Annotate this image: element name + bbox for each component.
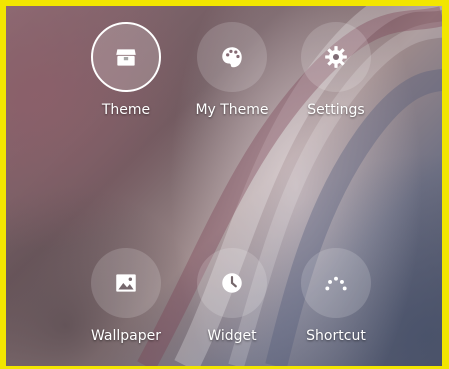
wallpaper-button[interactable]: Wallpaper [74,248,178,356]
theme-button-circle[interactable] [91,22,161,92]
settings-button[interactable]: Settings [284,22,388,130]
widget-button[interactable]: Widget [180,248,284,356]
palette-icon [222,47,242,68]
theme-button[interactable]: Theme [74,22,178,130]
settings-label: Settings [307,102,365,118]
settings-button-circle[interactable] [301,22,371,92]
theme-store-icon [116,49,136,66]
my-theme-label: My Theme [195,102,269,118]
widget-label: Widget [207,328,257,344]
shortcut-button[interactable]: Shortcut [284,248,388,356]
shortcut-label: Shortcut [306,328,366,344]
shortcut-button-circle[interactable] [301,248,371,318]
my-theme-button-circle[interactable] [197,22,267,92]
image-icon [116,274,136,292]
wallpaper-label: Wallpaper [90,328,162,344]
home-screen-edit-panel: Theme My Theme Settings Wallpaper Widget… [6,6,442,366]
wallpaper-button-circle[interactable] [91,248,161,318]
widget-button-circle[interactable] [197,248,267,318]
clock-icon [222,273,242,293]
dots-arc-icon [325,276,347,291]
my-theme-button[interactable]: My Theme [180,22,284,130]
theme-label: Theme [101,102,151,118]
gear-icon [325,46,347,68]
